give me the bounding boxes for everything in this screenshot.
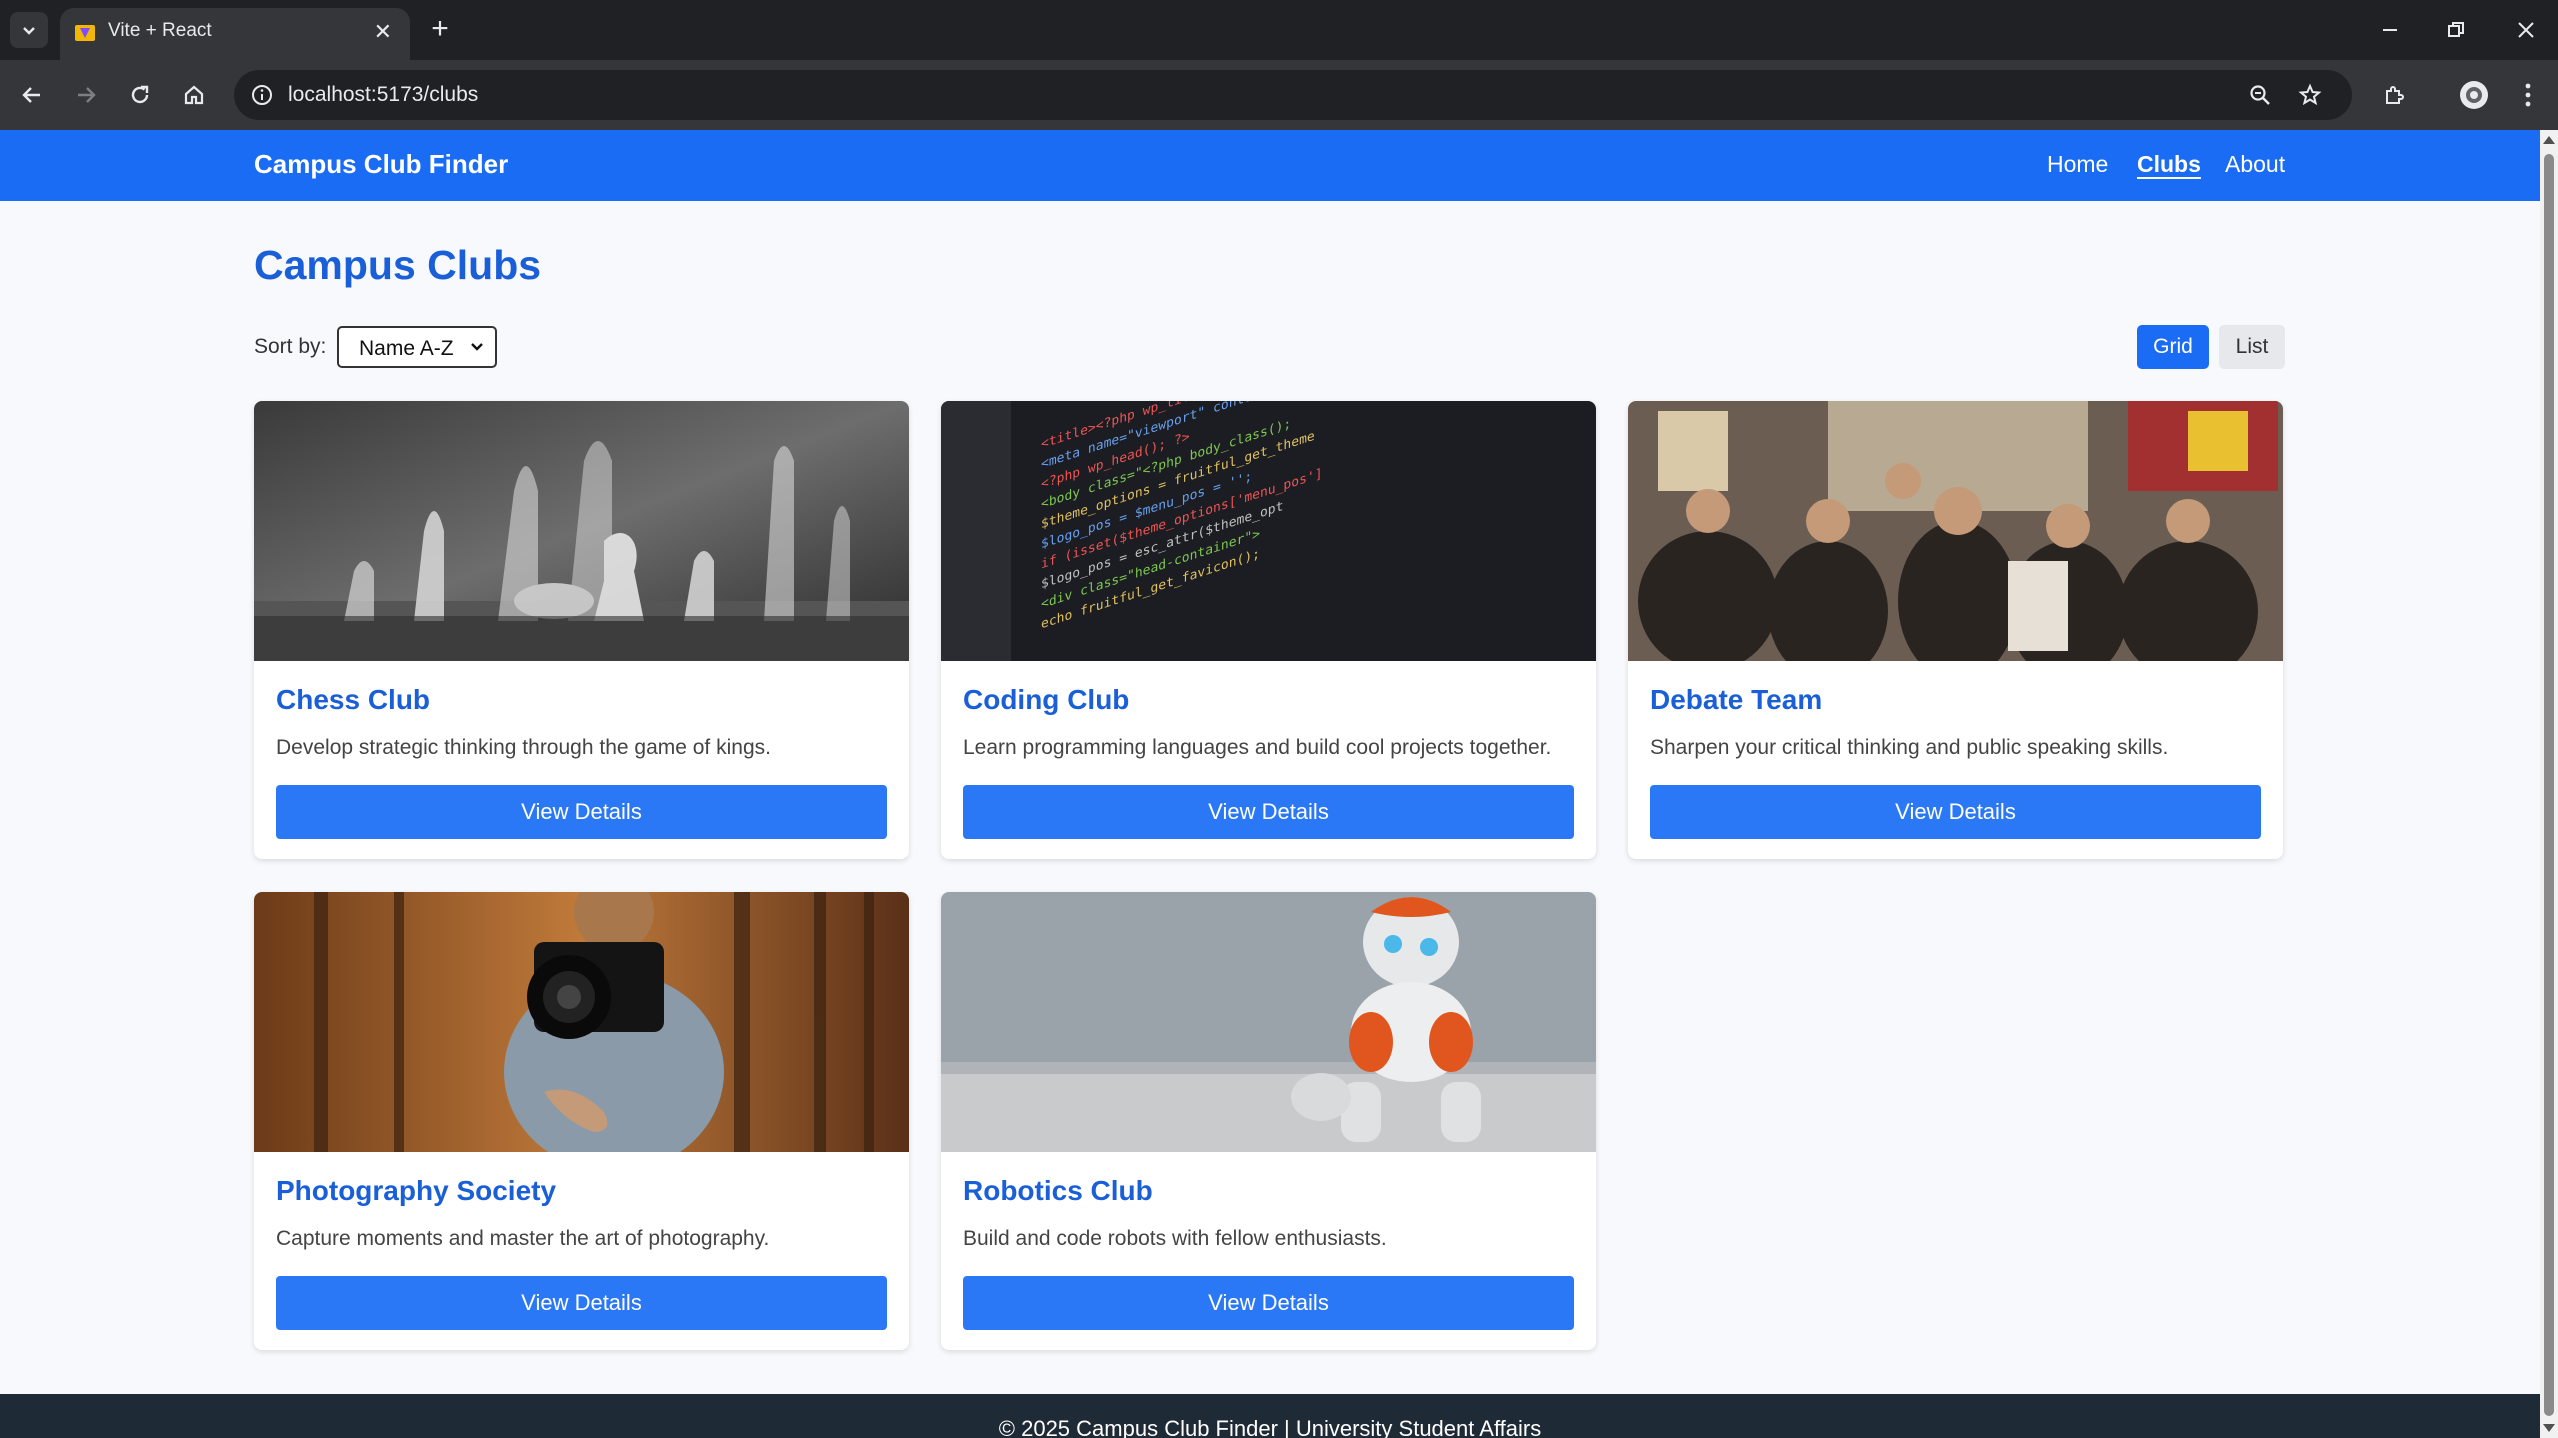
forward-button[interactable] (66, 75, 106, 115)
list-view-button[interactable]: List (2219, 325, 2285, 369)
view-details-button[interactable]: View Details (276, 1276, 887, 1330)
home-button[interactable] (174, 75, 214, 115)
footer-text: © 2025 Campus Club Finder | University S… (998, 1416, 1542, 1438)
club-card: <?php wp_head(); ?> <body class="<?php b… (941, 401, 1596, 859)
robot-photo (941, 892, 1596, 1152)
restore-button[interactable] (2426, 10, 2486, 50)
close-icon (2518, 22, 2534, 38)
grid-view-button[interactable]: Grid (2137, 325, 2209, 369)
site-footer: © 2025 Campus Club Finder | University S… (0, 1394, 2540, 1438)
club-name[interactable]: Robotics Club (963, 1175, 1153, 1207)
camera-photo (254, 892, 909, 1152)
club-description: Develop strategic thinking through the g… (276, 736, 771, 759)
page-viewport: Campus Club Finder Home Clubs About Camp… (0, 130, 2540, 1438)
restore-icon (2448, 22, 2464, 37)
profile-button[interactable] (2454, 75, 2494, 115)
club-card: Photography Society Capture moments and … (254, 892, 909, 1350)
scrollbar-thumb[interactable] (2544, 154, 2554, 1416)
club-card: Robotics Club Build and code robots with… (941, 892, 1596, 1350)
code-screen-photo: <?php wp_head(); ?> <body class="<?php b… (941, 401, 1596, 661)
bookmark-star-icon[interactable] (2294, 79, 2326, 111)
club-name[interactable]: Coding Club (963, 684, 1129, 716)
chess-photo (254, 401, 909, 661)
scroll-down-arrow-icon[interactable] (2543, 1424, 2555, 1432)
sort-label: Sort by: (254, 335, 327, 358)
club-name[interactable]: Chess Club (276, 684, 430, 716)
sort-selected-value: Name A-Z (359, 337, 454, 360)
minimize-button[interactable] (2360, 10, 2420, 50)
group-discussion-photo (1628, 401, 2283, 661)
site-navbar: Campus Club Finder Home Clubs About (0, 130, 2540, 201)
extensions-button[interactable] (2374, 75, 2414, 115)
club-description: Learn programming languages and build co… (963, 736, 1552, 759)
tab-close-icon[interactable]: ✕ (374, 20, 392, 44)
view-details-button[interactable]: View Details (963, 1276, 1574, 1330)
tab-search-button[interactable] (10, 12, 48, 48)
nav-link-home[interactable]: Home (2047, 151, 2108, 178)
new-tab-button[interactable]: + (422, 12, 458, 48)
page-title: Campus Clubs (254, 242, 542, 288)
sort-select[interactable]: Name A-Z (337, 326, 497, 368)
chevron-down-icon (471, 343, 483, 351)
view-details-button[interactable]: View Details (963, 785, 1574, 839)
view-details-button[interactable]: View Details (1650, 785, 2261, 839)
more-vertical-icon (2525, 83, 2531, 107)
scroll-up-arrow-icon[interactable] (2543, 136, 2555, 144)
chevron-down-icon (23, 27, 35, 35)
home-icon (184, 85, 204, 105)
site-info-icon[interactable] (246, 79, 278, 111)
browser-tab[interactable]: Vite + React ✕ (60, 8, 410, 60)
back-button[interactable] (12, 75, 52, 115)
vite-favicon-icon (75, 25, 95, 41)
brand-logo-text[interactable]: Campus Club Finder (254, 149, 508, 180)
avatar-icon (2460, 81, 2488, 109)
arrow-left-icon (22, 87, 40, 103)
club-card: Debate Team Sharpen your critical thinki… (1628, 401, 2283, 859)
club-name[interactable]: Photography Society (276, 1175, 556, 1207)
club-description: Capture moments and master the art of ph… (276, 1227, 770, 1250)
view-details-button[interactable]: View Details (276, 785, 887, 839)
browser-menu-button[interactable] (2508, 75, 2548, 115)
nav-link-about[interactable]: About (2225, 151, 2285, 178)
address-bar[interactable]: localhost:5173/clubs (234, 70, 2352, 120)
puzzle-icon (2386, 86, 2404, 104)
browser-tab-bar: Vite + React ✕ + (0, 0, 2558, 60)
nav-link-clubs[interactable]: Clubs (2137, 151, 2201, 178)
close-window-button[interactable] (2496, 10, 2556, 50)
reload-button[interactable] (120, 75, 160, 115)
club-description: Build and code robots with fellow enthus… (963, 1227, 1387, 1250)
reload-icon (131, 85, 149, 104)
club-description: Sharpen your critical thinking and publi… (1650, 736, 2169, 759)
zoom-icon[interactable] (2244, 79, 2276, 111)
arrow-right-icon (78, 87, 96, 103)
club-card: Chess Club Develop strategic thinking th… (254, 401, 909, 859)
url-text: localhost:5173/clubs (288, 83, 479, 106)
browser-toolbar: localhost:5173/clubs (0, 60, 2558, 130)
minimize-icon (2383, 29, 2397, 31)
page-scrollbar[interactable] (2540, 130, 2558, 1438)
tab-title: Vite + React (108, 20, 212, 41)
club-name[interactable]: Debate Team (1650, 684, 1822, 716)
